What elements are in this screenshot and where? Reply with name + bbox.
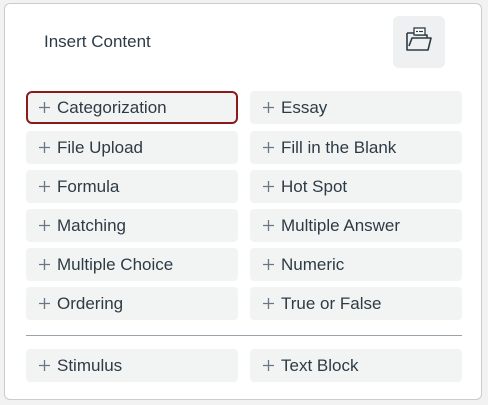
item-label: Numeric (281, 254, 345, 274)
item-label: Multiple Answer (281, 215, 401, 235)
plus-icon (38, 359, 51, 372)
add-text-block-button[interactable]: Text Block (250, 349, 462, 382)
add-file-upload-button[interactable]: File Upload (26, 131, 238, 164)
add-true-or-false-button[interactable]: True or False (250, 287, 462, 320)
add-multiple-answer-button[interactable]: Multiple Answer (250, 209, 462, 242)
add-multiple-choice-button[interactable]: Multiple Choice (26, 248, 238, 281)
folder-open-icon (404, 26, 434, 58)
plus-icon (262, 141, 275, 154)
item-label: True or False (281, 293, 382, 313)
item-label: Ordering (57, 293, 124, 313)
add-hot-spot-button[interactable]: Hot Spot (250, 170, 462, 203)
plus-icon (262, 219, 275, 232)
add-essay-button[interactable]: Essay (250, 91, 462, 124)
add-formula-button[interactable]: Formula (26, 170, 238, 203)
plus-icon (262, 101, 275, 114)
insert-content-panel: Insert Content Categorization Essay File… (4, 3, 482, 400)
panel-title: Insert Content (44, 32, 151, 51)
add-matching-button[interactable]: Matching (26, 209, 238, 242)
plus-icon (38, 180, 51, 193)
plus-icon (262, 297, 275, 310)
section-divider (26, 335, 462, 336)
add-ordering-button[interactable]: Ordering (26, 287, 238, 320)
item-label: Categorization (57, 97, 167, 117)
add-stimulus-button[interactable]: Stimulus (26, 349, 238, 382)
plus-icon (38, 101, 51, 114)
panel-header: Insert Content (5, 4, 481, 74)
item-label: Text Block (281, 355, 359, 375)
plus-icon (262, 258, 275, 271)
plus-icon (262, 180, 275, 193)
item-label: Multiple Choice (57, 254, 174, 274)
folder-button[interactable] (393, 16, 445, 68)
add-fill-in-the-blank-button[interactable]: Fill in the Blank (250, 131, 462, 164)
item-label: Stimulus (57, 355, 123, 375)
item-label: File Upload (57, 137, 143, 157)
plus-icon (38, 219, 51, 232)
plus-icon (38, 258, 51, 271)
add-categorization-button[interactable]: Categorization (26, 91, 238, 124)
item-label: Essay (281, 97, 328, 117)
plus-icon (38, 297, 51, 310)
add-numeric-button[interactable]: Numeric (250, 248, 462, 281)
plus-icon (38, 141, 51, 154)
item-label: Matching (57, 215, 126, 235)
item-label: Hot Spot (281, 176, 348, 196)
item-label: Fill in the Blank (281, 137, 397, 157)
plus-icon (262, 359, 275, 372)
item-label: Formula (57, 176, 120, 196)
